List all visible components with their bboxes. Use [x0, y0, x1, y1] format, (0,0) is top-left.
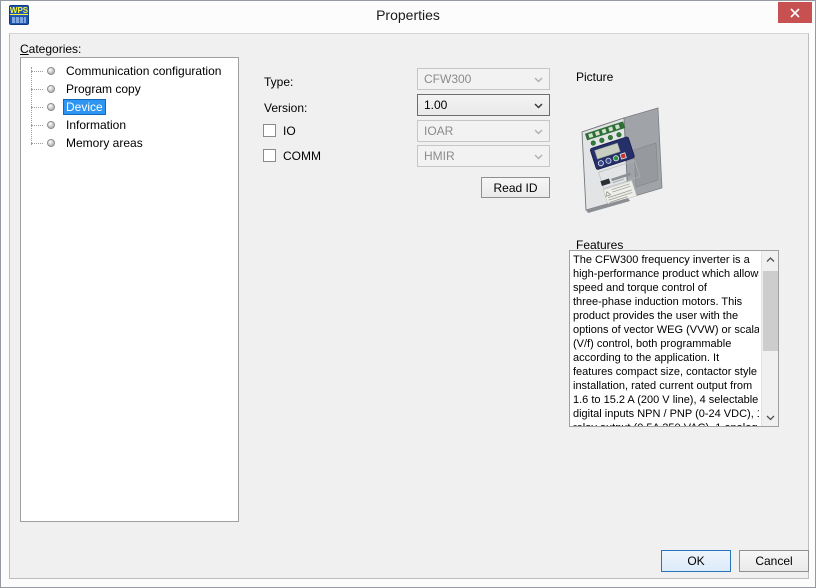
- tree-item-label-selected: Device: [63, 99, 106, 115]
- comm-dropdown[interactable]: HMIR: [417, 145, 550, 167]
- version-dropdown-value: 1.00: [424, 98, 447, 112]
- tree-node-icon: [47, 85, 55, 93]
- cancel-button[interactable]: Cancel: [739, 550, 809, 572]
- tree-item-label: Program copy: [63, 81, 144, 97]
- tree-item-program-copy[interactable]: Program copy: [21, 80, 238, 98]
- io-checkbox[interactable]: [263, 124, 276, 137]
- chevron-down-icon: [534, 129, 543, 135]
- chevron-down-icon: [534, 103, 543, 109]
- tree-connector-line: [31, 67, 32, 145]
- close-button[interactable]: [778, 2, 812, 23]
- tree-item-memory-areas[interactable]: Memory areas: [21, 134, 238, 152]
- type-label: Type:: [264, 75, 293, 89]
- io-label: IO: [283, 124, 296, 138]
- version-label: Version:: [264, 101, 307, 115]
- io-dropdown-value: IOAR: [424, 124, 453, 138]
- tree-item-communication-configuration[interactable]: Communication configuration: [21, 62, 238, 80]
- features-textbox[interactable]: The CFW300 frequency inverter is a high-…: [569, 250, 779, 427]
- tree-item-label: Communication configuration: [63, 63, 224, 79]
- title-bar: WPS Properties: [1, 1, 815, 33]
- features-scrollbar[interactable]: [761, 251, 778, 426]
- tree-node-icon: [47, 103, 55, 111]
- properties-dialog: WPS Properties Categories: Communication…: [0, 0, 816, 588]
- version-dropdown[interactable]: 1.00: [417, 94, 550, 116]
- scroll-down-icon[interactable]: [762, 409, 779, 426]
- window-title: Properties: [1, 7, 815, 23]
- tree-node-icon: [47, 67, 55, 75]
- categories-tree: Communication configuration Program copy…: [20, 57, 239, 522]
- type-dropdown-value: CFW300: [424, 72, 471, 86]
- comm-dropdown-value: HMIR: [424, 149, 455, 163]
- scroll-up-icon[interactable]: [762, 251, 779, 268]
- tree-item-device[interactable]: Device: [21, 98, 238, 116]
- comm-checkbox[interactable]: [263, 149, 276, 162]
- close-icon: [790, 8, 800, 18]
- chevron-down-icon: [534, 154, 543, 160]
- dialog-body-panel: Categories: Communication configuration …: [9, 33, 809, 579]
- ok-button[interactable]: OK: [661, 550, 731, 572]
- comm-label: COMM: [283, 149, 321, 163]
- tree-item-label: Information: [63, 117, 129, 133]
- tree-item-label: Memory areas: [63, 135, 146, 151]
- features-text: The CFW300 frequency inverter is a high-…: [573, 253, 759, 427]
- chevron-down-icon: [534, 77, 543, 83]
- categories-label: Categories:: [20, 42, 81, 56]
- type-dropdown[interactable]: CFW300: [417, 68, 550, 90]
- tree-item-information[interactable]: Information: [21, 116, 238, 134]
- device-picture-cfw300: [572, 88, 682, 214]
- io-dropdown[interactable]: IOAR: [417, 120, 550, 142]
- scrollbar-thumb[interactable]: [763, 271, 778, 351]
- read-id-button[interactable]: Read ID: [481, 177, 550, 198]
- picture-label: Picture: [576, 70, 613, 84]
- tree-node-icon: [47, 139, 55, 147]
- tree-node-icon: [47, 121, 55, 129]
